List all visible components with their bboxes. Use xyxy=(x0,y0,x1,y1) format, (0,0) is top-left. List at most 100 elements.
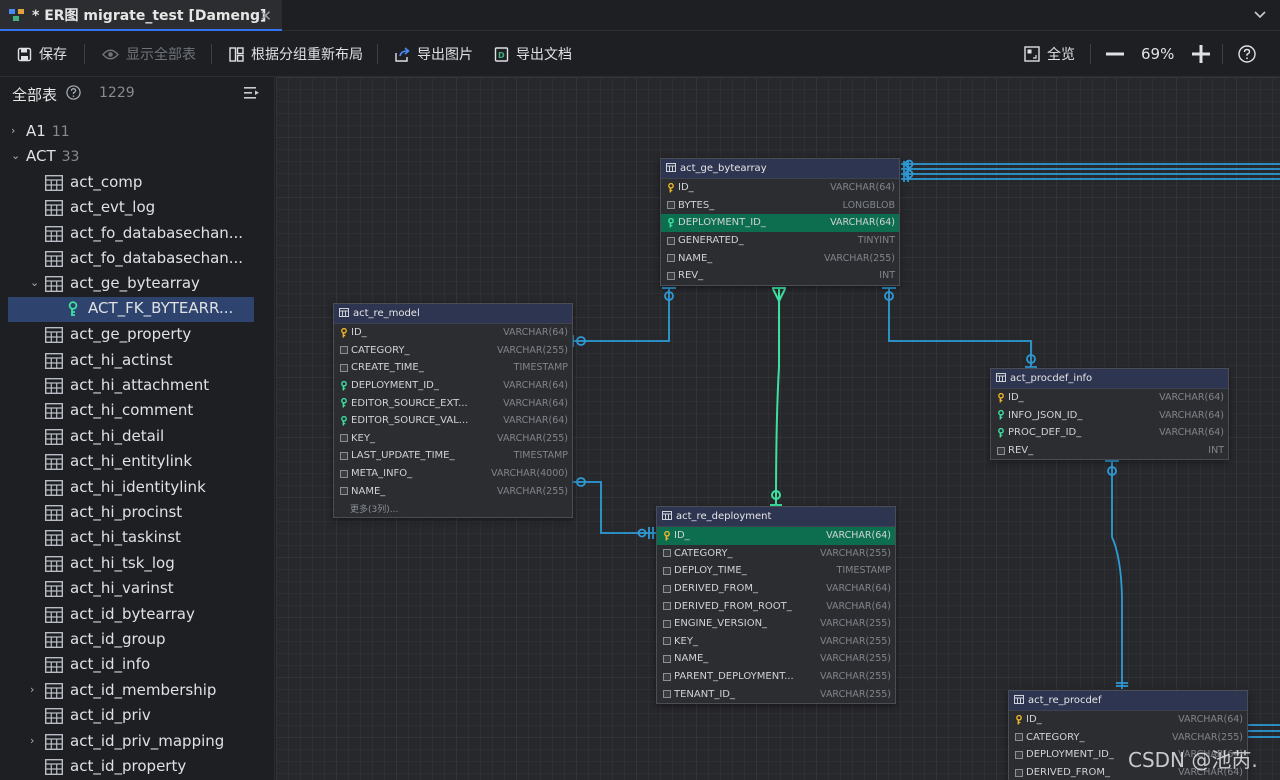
column-icon xyxy=(996,446,1005,455)
tree-item-table[interactable]: act_hi_attachment xyxy=(0,374,274,399)
er-column-row[interactable]: EDITOR_SOURCE_VAL... VARCHAR(64) xyxy=(334,412,572,430)
foreign-key-icon xyxy=(68,300,82,321)
tree-item-table[interactable]: act_id_group xyxy=(0,628,274,653)
zoom-in-button[interactable] xyxy=(1192,31,1217,77)
tree-item-table[interactable]: act_hi_actinst xyxy=(0,349,274,374)
column-name: ID_ xyxy=(1008,392,1024,404)
er-column-row[interactable]: BYTES_ LONGBLOB xyxy=(661,197,899,215)
tab-er-diagram[interactable]: * ER图 migrate_test [Dameng] ✕ xyxy=(0,0,282,31)
er-table-act-procdef-info[interactable]: act_procdef_info ID_ VARCHAR(64) INFO_JSON… xyxy=(990,368,1229,461)
er-column-row[interactable]: ENGINE_VERSION_ VARCHAR(255) xyxy=(657,615,895,633)
column-name: BYTES_ xyxy=(678,199,715,211)
column-icon xyxy=(662,584,671,593)
column-name: ENGINE_VERSION_ xyxy=(674,618,768,630)
tree-item-label: act_id_bytearray xyxy=(70,604,195,623)
tree-item-table[interactable]: act_hi_varinst xyxy=(0,577,274,602)
tree-item-table[interactable]: act_evt_log xyxy=(0,196,274,221)
er-column-row[interactable]: NAME_ VARCHAR(255) xyxy=(334,482,572,500)
er-column-row[interactable]: TENANT_ID_ VARCHAR(255) xyxy=(657,685,895,703)
er-column-row[interactable]: DEPLOYMENT_ID_ VARCHAR(64) xyxy=(334,377,572,395)
column-name: GENERATED_ xyxy=(678,235,744,247)
er-column-row[interactable]: DERIVED_FROM_ROOT_ VARCHAR(64) xyxy=(657,597,895,615)
tree-item-table[interactable]: act_hi_tsk_log xyxy=(0,552,274,577)
er-column-row[interactable]: NAME_ VARCHAR(255) xyxy=(657,650,895,668)
tree-group-a1[interactable]: › A1 11 xyxy=(0,120,274,145)
tab-bar: * ER图 migrate_test [Dameng] ✕ xyxy=(0,0,1280,31)
tree-item-table[interactable]: act_fo_databasechan... xyxy=(0,222,274,247)
tree-item-table[interactable]: act_fo_databasechan... xyxy=(0,247,274,272)
er-column-row[interactable]: PARENT_DEPLOYMENT... VARCHAR(255) xyxy=(657,668,895,686)
er-column-row[interactable]: CREATE_TIME_ TIMESTAMP xyxy=(334,359,572,377)
er-column-row[interactable]: DEPLOYMENT_ID_ VARCHAR(64) xyxy=(661,214,899,232)
chevron-down-icon[interactable]: ⌄ xyxy=(30,276,42,292)
er-canvas[interactable]: act_ge_bytearray ID_ VARCHAR(64) BYTES_ LON… xyxy=(276,77,1280,780)
er-column-row[interactable]: LAST_UPDATE_TIME_ TIMESTAMP xyxy=(334,447,572,465)
chevron-right-icon[interactable]: › xyxy=(11,124,23,140)
help-icon[interactable] xyxy=(66,85,81,104)
chevron-right-icon[interactable]: › xyxy=(30,734,42,750)
er-column-row[interactable]: ID_ VARCHAR(64) xyxy=(657,527,895,545)
tree-item-count: 33 xyxy=(61,149,80,166)
er-table-name: act_re_model xyxy=(353,308,420,319)
er-column-row[interactable]: REV_ INT xyxy=(991,442,1228,460)
close-icon[interactable]: ✕ xyxy=(259,7,272,25)
export-doc-button[interactable]: D 导出文档 xyxy=(494,31,572,77)
er-column-row[interactable]: DEPLOY_TIME_ TIMESTAMP xyxy=(657,562,895,580)
tree-group-act[interactable]: ⌄ ACT 33 xyxy=(0,145,274,170)
er-column-row[interactable]: CATEGORY_ VARCHAR(255) xyxy=(657,545,895,563)
collapse-list-icon[interactable] xyxy=(244,85,260,104)
tree-item-table[interactable]: act_hi_entitylink xyxy=(0,450,274,475)
zoom-out-button[interactable] xyxy=(1106,31,1131,77)
export-image-button[interactable]: 导出图片 xyxy=(394,31,473,77)
table-icon xyxy=(44,733,64,754)
er-column-row[interactable]: REV_ INT xyxy=(661,267,899,285)
er-column-row[interactable]: CATEGORY_ VARCHAR(255) xyxy=(334,342,572,360)
er-column-row[interactable]: NAME_ VARCHAR(255) xyxy=(661,249,899,267)
er-table-act-re-model[interactable]: act_re_model ID_ VARCHAR(64) CATEGORY_ VARC… xyxy=(333,303,573,518)
show-all-button[interactable]: 显示全部表 xyxy=(102,31,196,77)
er-column-row[interactable]: EDITOR_SOURCE_EXT... VARCHAR(64) xyxy=(334,394,572,412)
table-icon xyxy=(44,454,64,474)
er-column-row[interactable]: META_INFO_ VARCHAR(4000) xyxy=(334,465,572,483)
column-type: VARCHAR(255) xyxy=(820,653,891,665)
tree-item-table[interactable]: ⌄ act_ge_bytearray xyxy=(0,272,274,297)
er-table-act-ge-bytearray[interactable]: act_ge_bytearray ID_ VARCHAR(64) BYTES_ LON… xyxy=(660,158,900,286)
er-column-row[interactable]: ID_ VARCHAR(64) xyxy=(661,179,899,197)
er-column-row[interactable]: GENERATED_ TINYINT xyxy=(661,232,899,250)
more-columns-link[interactable]: 更多(3列)... xyxy=(334,500,572,517)
tree-item-table[interactable]: act_id_info xyxy=(0,653,274,678)
tree-item-table[interactable]: act_comp xyxy=(0,171,274,196)
er-column-row[interactable]: PROC_DEF_ID_ VARCHAR(64) xyxy=(991,424,1228,442)
tree-item-table[interactable]: › act_id_membership xyxy=(0,679,274,704)
er-column-row[interactable]: DERIVED_FROM_ VARCHAR(64) xyxy=(657,580,895,598)
column-name: ID_ xyxy=(351,327,367,339)
tree-item-table[interactable]: act_hi_taskinst xyxy=(0,526,274,551)
tree-item-table[interactable]: act_id_bytearray xyxy=(0,603,274,628)
relayout-button[interactable]: 根据分组重新布局 xyxy=(229,31,363,77)
er-column-row[interactable]: INFO_JSON_ID_ VARCHAR(64) xyxy=(991,407,1228,425)
chevron-right-icon[interactable]: › xyxy=(30,683,42,699)
tree-item-table[interactable]: act_hi_identitylink xyxy=(0,476,274,501)
column-type: VARCHAR(64) xyxy=(1178,714,1243,726)
tree-item-table[interactable]: act_hi_detail xyxy=(0,425,274,450)
column-name: DEPLOYMENT_ID_ xyxy=(351,380,439,392)
tree-item-table[interactable]: act_id_property xyxy=(0,755,274,780)
save-button[interactable]: 保存 xyxy=(17,31,67,77)
tree-item-fk[interactable]: ACT_FK_BYTEARR... xyxy=(8,296,254,322)
tree-item-table[interactable]: › act_id_priv_mapping xyxy=(0,730,274,755)
er-column-row[interactable]: ID_ VARCHAR(64) xyxy=(334,324,572,342)
er-column-row[interactable]: ID_ VARCHAR(64) xyxy=(1009,711,1247,729)
chevron-down-icon[interactable]: ⌄ xyxy=(11,149,23,165)
er-table-act-re-deployment[interactable]: act_re_deployment ID_ VARCHAR(64) CATEGORY… xyxy=(656,506,896,704)
table-icon xyxy=(44,708,64,728)
tree-item-table[interactable]: act_ge_property xyxy=(0,323,274,348)
er-column-row[interactable]: KEY_ VARCHAR(255) xyxy=(657,633,895,651)
er-column-row[interactable]: ID_ VARCHAR(64) xyxy=(991,389,1228,407)
tree-item-table[interactable]: act_id_priv xyxy=(0,704,274,729)
chevron-down-icon[interactable] xyxy=(1252,6,1268,26)
er-column-row[interactable]: KEY_ VARCHAR(255) xyxy=(334,430,572,448)
tree-item-table[interactable]: act_hi_procinst xyxy=(0,501,274,526)
tree-item-table[interactable]: act_hi_comment xyxy=(0,399,274,424)
overview-button[interactable]: 全览 xyxy=(1024,31,1075,77)
help-button[interactable] xyxy=(1238,31,1263,77)
